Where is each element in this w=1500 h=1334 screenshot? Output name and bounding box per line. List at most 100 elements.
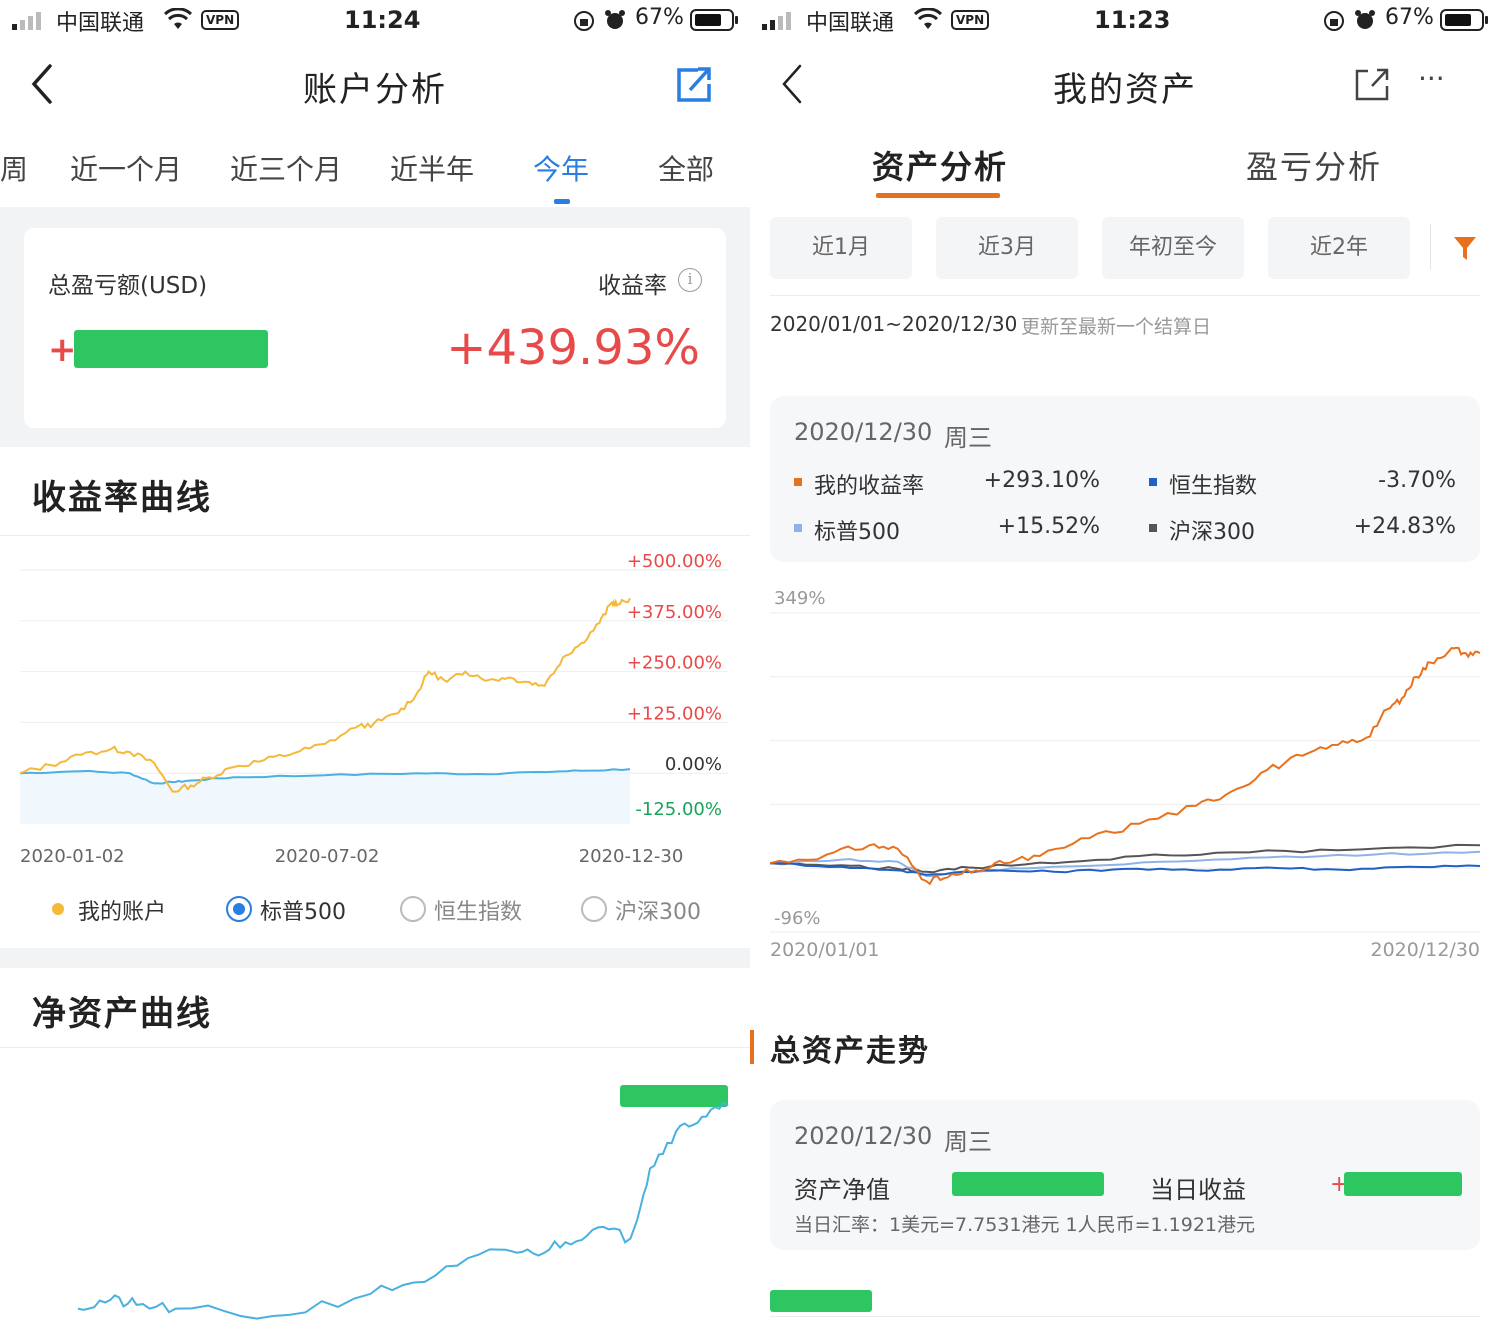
series-value-sp500: +15.52% <box>997 514 1100 539</box>
alarm-icon <box>604 9 626 35</box>
info-icon[interactable]: i <box>678 268 702 292</box>
tab-all[interactable]: 全部 <box>658 148 714 188</box>
csi300-radio[interactable] <box>581 896 607 922</box>
return-curve-title: 收益率曲线 <box>32 478 212 518</box>
tab-asset-analysis[interactable]: 资产分析 <box>872 142 1008 188</box>
battery-tip <box>735 16 738 24</box>
carrier-label: 中国联通 <box>56 11 145 36</box>
asset-weekday: 周三 <box>944 1128 992 1156</box>
battery-percent: 67% <box>1385 5 1434 30</box>
date-range: 2020/01/01~2020/12/30 <box>770 312 1018 336</box>
right-panel: 中国联通 VPN 11:23 67% 我的资产 ··· 资产分析 盈亏分析 近1… <box>750 0 1500 1334</box>
asset-date: 2020/12/30 <box>794 1122 933 1150</box>
tab-week[interactable]: 周 <box>0 148 28 188</box>
page-title: 账户分析 <box>303 70 447 110</box>
tooltip-card: 2020/12/30 周三 我的收益率 +293.10% 恒生指数 -3.70%… <box>770 396 1480 562</box>
pnl-label: 总盈亏额(USD) <box>48 273 208 299</box>
filter-button[interactable] <box>1453 235 1477 265</box>
series-line-net-asset <box>77 1101 729 1320</box>
tab-1-month[interactable]: 近一个月 <box>70 148 182 188</box>
series-label-my-return: 我的收益率 <box>814 474 925 499</box>
y-tick-label: +250.00% <box>627 653 722 674</box>
legend-sp500[interactable]: 标普500 <box>260 894 346 926</box>
orientation-lock-icon <box>1323 10 1345 36</box>
nav-value-redacted <box>952 1172 1104 1196</box>
orientation-lock-icon <box>573 10 595 36</box>
tab-3-months[interactable]: 近三个月 <box>230 148 342 188</box>
daily-pnl-redacted <box>1344 1172 1462 1196</box>
legend-csi300[interactable]: 沪深300 <box>615 894 701 926</box>
y-tick-label: 0.00% <box>665 754 722 775</box>
daily-pnl-label: 当日收益 <box>1150 1176 1246 1204</box>
sp500-radio[interactable] <box>226 896 252 922</box>
y-tick-label: 349% <box>774 588 825 609</box>
hsi-radio[interactable] <box>400 896 426 922</box>
y-tick-label: +375.00% <box>627 602 722 623</box>
battery-percent: 67% <box>635 5 684 30</box>
net-asset-chart <box>0 1080 750 1334</box>
section-accent-bar <box>750 1030 754 1064</box>
x-tick-label: 2020/12/30 <box>1370 939 1480 961</box>
share-icon <box>1355 68 1389 101</box>
share-button[interactable] <box>674 64 714 108</box>
sp500-area <box>20 769 630 824</box>
active-tab-indicator <box>876 193 1000 198</box>
tooltip-weekday: 周三 <box>944 424 992 452</box>
series-label-sp500: 标普500 <box>814 520 900 545</box>
total-assets-card: 2020/12/30 周三 资产净值 当日收益 + 当日汇率：1美元=7.753… <box>770 1100 1480 1250</box>
tab-6-months[interactable]: 近半年 <box>390 148 474 188</box>
filter-icon <box>1454 237 1476 260</box>
fx-note: 当日汇率：1美元=7.7531港元 1人民币=1.1921港元 <box>794 1214 1256 1236</box>
battery-icon <box>690 9 734 31</box>
divider <box>0 535 750 536</box>
active-tab-indicator <box>554 199 570 204</box>
left-panel: 中国联通 VPN 11:24 67% 账户分析 周 近一个月 近三个月 近半年 … <box>0 0 750 1334</box>
series-swatch-sp500 <box>794 524 802 532</box>
x-tick-label: 2020-01-02 <box>20 846 125 867</box>
rate-value: +439.93% <box>446 320 700 376</box>
divider <box>0 1047 750 1048</box>
series-swatch-csi300 <box>1149 524 1157 532</box>
signal-icon <box>762 10 796 30</box>
battery-icon <box>1440 9 1484 31</box>
divider <box>770 295 1480 296</box>
rate-label: 收益率 <box>598 273 667 299</box>
y-tick-label: +125.00% <box>627 703 722 724</box>
my-account-legend-dot <box>52 903 64 915</box>
series-line-sp500 <box>769 850 1481 878</box>
return-curve-chart: +500.00% +375.00% +250.00% +125.00% 0.00% -12… <box>0 548 750 882</box>
y-tick-label: -96% <box>774 908 821 929</box>
alarm-icon <box>1354 9 1376 35</box>
vpn-badge: VPN <box>951 10 990 30</box>
divider <box>770 1316 1480 1317</box>
share-button[interactable] <box>1354 66 1390 106</box>
y-tick-label: -125.00% <box>635 799 722 820</box>
series-swatch-my-return <box>794 478 802 486</box>
update-note: 更新至最新一个结算日 <box>1021 316 1212 338</box>
battery-tip <box>1485 16 1488 24</box>
legend-hsi[interactable]: 恒生指数 <box>434 894 522 926</box>
share-icon <box>677 67 711 102</box>
signal-icon <box>12 10 46 30</box>
chip-3-months[interactable]: 近3月 <box>936 217 1078 279</box>
more-button[interactable]: ··· <box>1418 62 1445 95</box>
wifi-icon <box>913 7 943 34</box>
series-value-hsi: -3.70% <box>1378 468 1456 493</box>
chip-1-month[interactable]: 近1月 <box>770 217 912 279</box>
tab-pnl-analysis[interactable]: 盈亏分析 <box>1246 142 1382 188</box>
chip-ytd[interactable]: 年初至今 <box>1102 217 1244 279</box>
summary-card: 总盈亏额(USD) + 收益率 i +439.93% <box>24 228 726 428</box>
tab-this-year[interactable]: 今年 <box>533 148 589 188</box>
tooltip-date: 2020/12/30 <box>794 418 933 446</box>
series-swatch-hsi <box>1149 478 1157 486</box>
y-tick-label: +500.00% <box>627 551 722 572</box>
total-assets-title: 总资产走势 <box>770 1034 930 1069</box>
series-label-csi300: 沪深300 <box>1169 520 1255 545</box>
section-gap <box>0 948 750 968</box>
series-value-csi300: +24.83% <box>1353 514 1456 539</box>
legend-my-account[interactable]: 我的账户 <box>78 894 166 926</box>
chip-2-years[interactable]: 近2年 <box>1268 217 1410 279</box>
x-tick-label: 2020-07-02 <box>275 846 380 867</box>
clock: 11:24 <box>344 6 421 34</box>
x-tick-label: 2020-12-30 <box>579 846 684 867</box>
